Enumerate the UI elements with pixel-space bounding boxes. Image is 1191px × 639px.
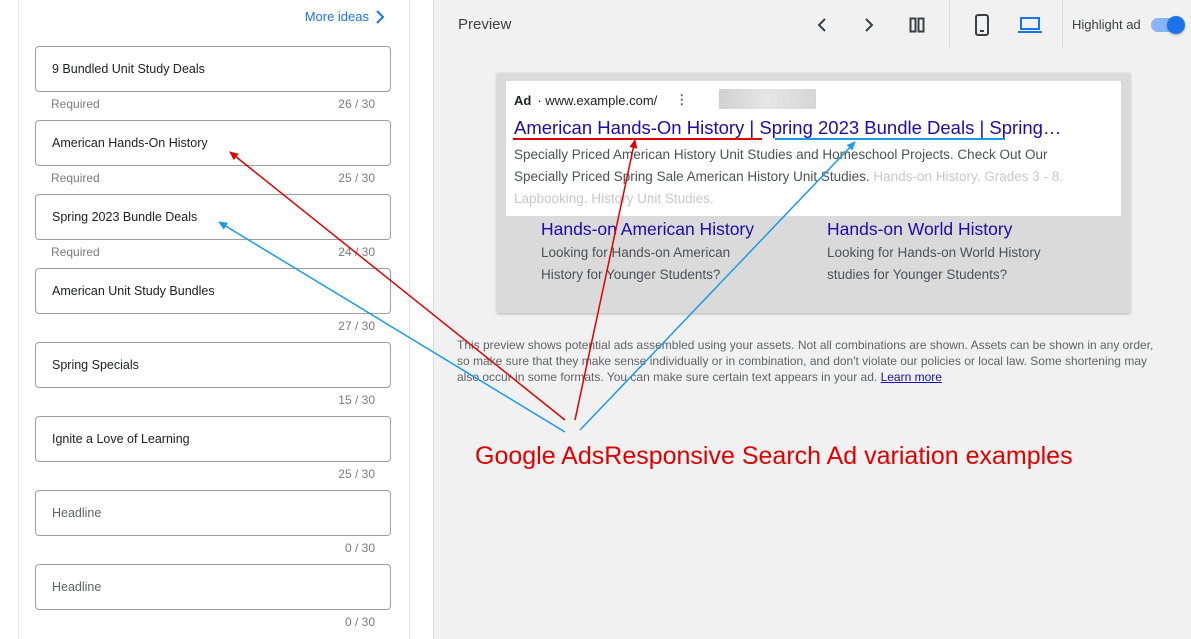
chevron-right-icon: [865, 18, 874, 32]
sitelink-1[interactable]: Hands-on American History Looking for Ha…: [541, 219, 791, 286]
sitelink-desc: Looking for Hands-on American History fo…: [541, 245, 731, 282]
char-count: 15 / 30: [338, 393, 375, 407]
headline-value: Ignite a Love of Learning: [52, 432, 190, 446]
highlight-ad-toggle[interactable]: [1151, 16, 1185, 34]
split-view-button[interactable]: [905, 13, 929, 37]
mobile-icon: [975, 14, 989, 36]
chevron-left-icon: [817, 18, 826, 32]
blurred-region: [719, 89, 816, 109]
next-button[interactable]: [857, 13, 881, 37]
headline-field-2[interactable]: American Hands-On History: [35, 120, 391, 166]
required-label: Required: [51, 97, 100, 111]
disclaimer-text: This preview shows potential ads assembl…: [457, 338, 1154, 384]
ad-headline[interactable]: American Hands-On History | Spring 2023 …: [514, 117, 1114, 139]
char-count: 25 / 30: [338, 467, 375, 481]
headline-value: Spring Specials: [52, 358, 139, 372]
mobile-view-button[interactable]: [970, 13, 994, 37]
preview-panel: Preview Highlight ad Ad · www.example.co…: [433, 0, 1191, 639]
ad-main: Ad · www.example.com/ ⋮ American Hands-O…: [506, 81, 1121, 216]
char-count: 24 / 30: [338, 245, 375, 259]
sitelink-title[interactable]: Hands-on American History: [541, 219, 791, 240]
sitelink-2[interactable]: Hands-on World History Looking for Hands…: [827, 219, 1077, 286]
desktop-icon: [1018, 17, 1042, 33]
headlines-panel: More ideas 9 Bundled Unit Study Deals Re…: [18, 0, 410, 639]
headline-field-3[interactable]: Spring 2023 Bundle Deals: [35, 194, 391, 240]
more-ideas-button[interactable]: More ideas: [305, 9, 387, 24]
headline-field-6[interactable]: Ignite a Love of Learning: [35, 416, 391, 462]
char-count: 0 / 30: [344, 615, 375, 629]
sitelink-title[interactable]: Hands-on World History: [827, 219, 1077, 240]
headline-field-7[interactable]: Headline: [35, 490, 391, 536]
char-count: 25 / 30: [338, 171, 375, 185]
highlight-ad-label: Highlight ad: [1072, 17, 1141, 32]
previous-button[interactable]: [810, 13, 834, 37]
ad-label: Ad: [514, 92, 532, 108]
char-count: 27 / 30: [338, 319, 375, 333]
more-vert-icon[interactable]: ⋮: [675, 92, 688, 108]
required-label: Required: [51, 245, 100, 259]
preview-title: Preview: [458, 16, 512, 33]
preview-disclaimer: This preview shows potential ads assembl…: [457, 337, 1167, 385]
headline-value: American Unit Study Bundles: [52, 284, 215, 298]
ad-display-url: · www.example.com/: [537, 92, 658, 108]
required-label: Required: [51, 171, 100, 185]
learn-more-link[interactable]: Learn more: [881, 370, 942, 384]
headline-placeholder: Headline: [52, 506, 102, 520]
more-ideas-label: More ideas: [304, 9, 369, 24]
headline-field-4[interactable]: American Unit Study Bundles: [35, 268, 391, 314]
headline-placeholder: Headline: [52, 580, 102, 594]
headline-value: Spring 2023 Bundle Deals: [52, 210, 198, 224]
columns-icon: [909, 17, 925, 33]
annotation-caption: Google AdsResponsive Search Ad variation…: [475, 442, 1073, 470]
char-count: 0 / 30: [344, 541, 375, 555]
headline-field-8[interactable]: Headline: [35, 564, 391, 610]
desktop-view-button[interactable]: [1018, 13, 1042, 37]
headline-field-5[interactable]: Spring Specials: [35, 342, 391, 388]
chevron-right-icon: [376, 9, 385, 24]
char-count: 26 / 30: [338, 97, 375, 111]
sitelink-desc: Looking for Hands-on World History studi…: [827, 245, 1041, 282]
ad-description: Specially Priced American History Unit S…: [514, 144, 1104, 210]
ad-preview-card: Ad · www.example.com/ ⋮ American Hands-O…: [497, 73, 1130, 313]
headline-value: 9 Bundled Unit Study Deals: [52, 62, 205, 76]
headline-field-1[interactable]: 9 Bundled Unit Study Deals: [35, 46, 391, 92]
headline-value: American Hands-On History: [52, 136, 208, 150]
